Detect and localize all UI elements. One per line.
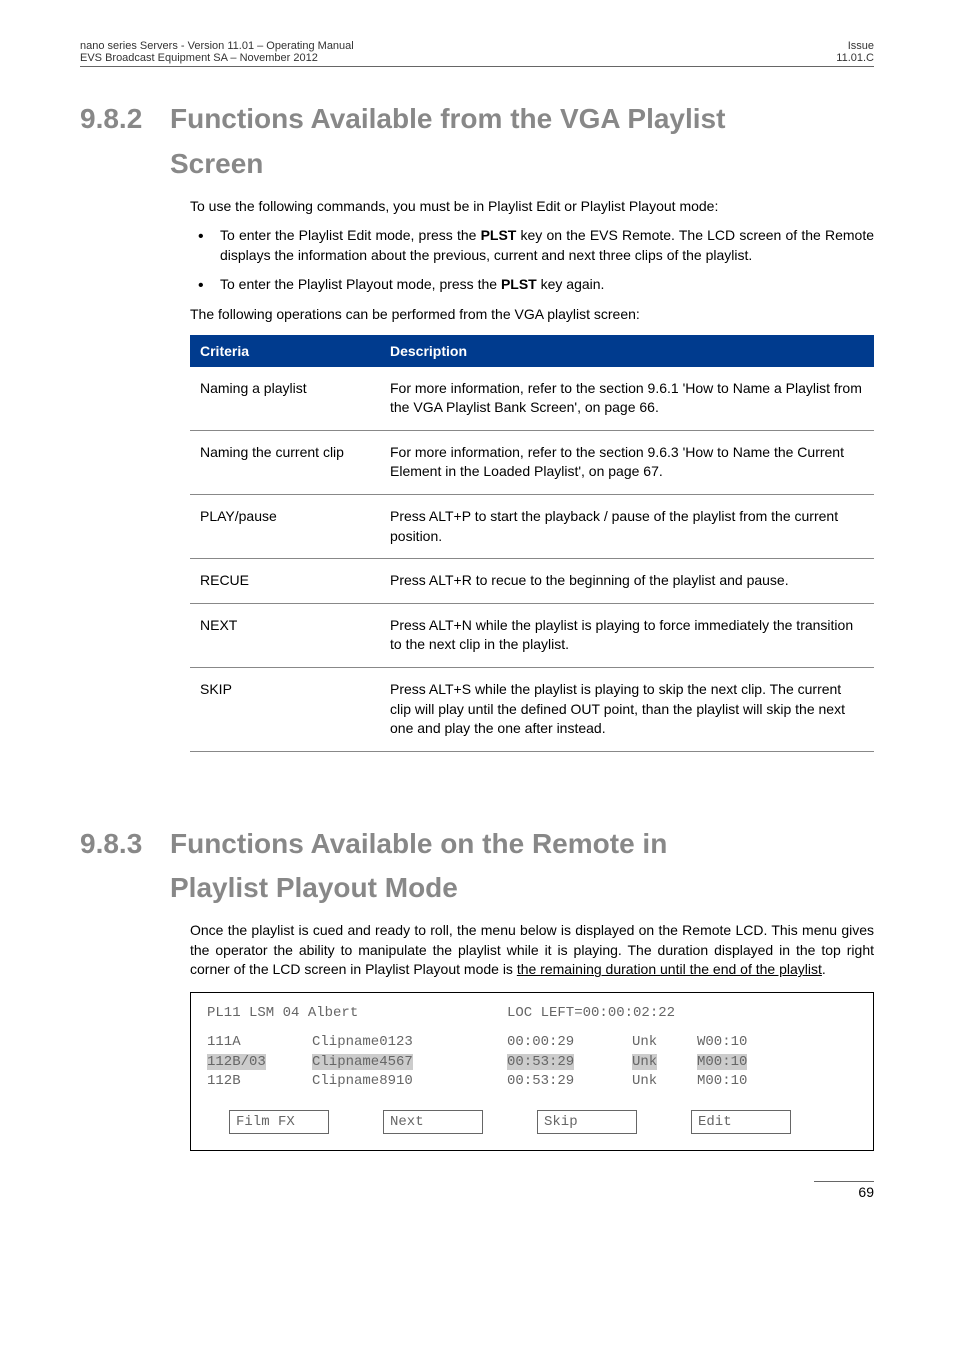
lcd-row: 111A Clipname0123 00:00:29 Unk W00:10	[207, 1033, 857, 1053]
page-number: 69	[814, 1181, 874, 1200]
lcd-row-highlighted: 112B/03 Clipname4567 00:53:29 Unk M00:10	[207, 1053, 857, 1073]
table-row: SKIP Press ALT+S while the playlist is p…	[190, 667, 874, 751]
lcd-button-next: Next	[383, 1110, 483, 1134]
lcd-title-right: LOC LEFT=00:00:02:22	[507, 1005, 675, 1021]
table-row: NEXT Press ALT+N while the playlist is p…	[190, 603, 874, 667]
section-983-title-line2: Playlist Playout Mode	[170, 866, 458, 911]
section-982-num: 9.8.2	[80, 97, 170, 142]
lcd-button-skip: Skip	[537, 1110, 637, 1134]
lcd-title-left: PL11 LSM 04 Albert	[207, 1005, 507, 1021]
section-982-bullets: To enter the Playlist Edit mode, press t…	[190, 226, 874, 295]
table-row: Naming the current clip For more informa…	[190, 430, 874, 494]
section-983-num: 9.8.3	[80, 822, 170, 867]
header-left-line2: EVS Broadcast Equipment SA – November 20…	[80, 52, 354, 64]
page-header: nano series Servers - Version 11.01 – Op…	[80, 40, 874, 67]
table-row: RECUE Press ALT+R to recue to the beginn…	[190, 559, 874, 604]
section-982-intro: To use the following commands, you must …	[190, 197, 874, 217]
lcd-button-edit: Edit	[691, 1110, 791, 1134]
table-row: Naming a playlist For more information, …	[190, 367, 874, 431]
table-head-description: Description	[380, 335, 874, 367]
section-983-para: Once the playlist is cued and ready to r…	[190, 921, 874, 980]
lcd-display: PL11 LSM 04 Albert LOC LEFT=00:00:02:22 …	[190, 992, 874, 1151]
header-right-line1: Issue	[836, 40, 874, 52]
criteria-table: Criteria Description Naming a playlist F…	[190, 335, 874, 752]
section-982-table-intro: The following operations can be performe…	[190, 305, 874, 325]
section-983-title-line1: Functions Available on the Remote in	[170, 822, 667, 867]
section-982-title-line1: Functions Available from the VGA Playlis…	[170, 97, 725, 142]
header-right-line2: 11.01.C	[836, 52, 874, 64]
table-head-criteria: Criteria	[190, 335, 380, 367]
section-983-heading: 9.8.3Functions Available on the Remote i…	[80, 822, 874, 912]
lcd-button-film-fx: Film FX	[229, 1110, 329, 1134]
lcd-row: 112B Clipname8910 00:53:29 Unk M00:10	[207, 1072, 857, 1092]
table-row: PLAY/pause Press ALT+P to start the play…	[190, 494, 874, 558]
list-item: To enter the Playlist Playout mode, pres…	[190, 275, 874, 295]
section-982-heading: 9.8.2Functions Available from the VGA Pl…	[80, 97, 874, 187]
section-982-title-line2: Screen	[170, 142, 263, 187]
list-item: To enter the Playlist Edit mode, press t…	[190, 226, 874, 265]
header-left-line1: nano series Servers - Version 11.01 – Op…	[80, 40, 354, 52]
